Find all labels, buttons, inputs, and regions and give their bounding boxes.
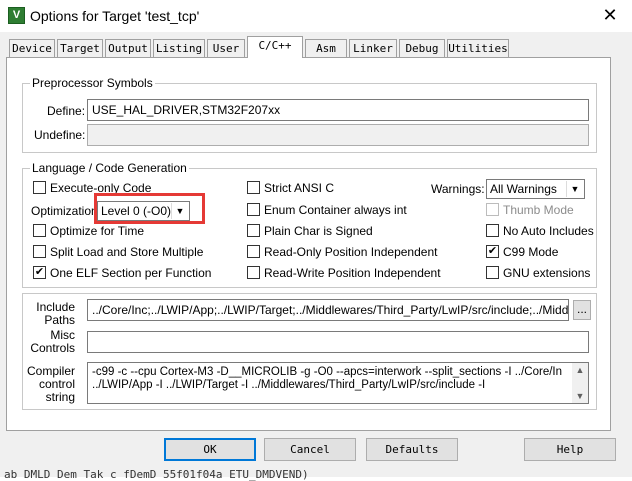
warnings-value: All Warnings xyxy=(490,182,557,196)
one-elf-label: One ELF Section per Function xyxy=(50,266,212,280)
rw-pi-label: Read-Write Position Independent xyxy=(264,266,441,280)
ok-button[interactable]: OK xyxy=(164,438,256,461)
defaults-button[interactable]: Defaults xyxy=(366,438,458,461)
enum-container-checkbox[interactable] xyxy=(247,203,260,216)
include-paths-browse-button[interactable]: ... xyxy=(573,300,591,320)
tab-debug[interactable]: Debug xyxy=(399,39,445,57)
tab-c-cpp[interactable]: C/C++ xyxy=(247,36,303,58)
plain-char-checkbox[interactable] xyxy=(247,224,260,237)
warnings-select[interactable]: All Warnings ▼ xyxy=(486,179,585,199)
strict-ansi-label: Strict ANSI C xyxy=(264,181,335,195)
scroll-up-icon[interactable]: ▲ xyxy=(572,365,588,375)
compiler-line-1: -c99 -c --cpu Cortex-M3 -D__MICROLIB -g … xyxy=(92,366,562,378)
optimize-time-label: Optimize for Time xyxy=(50,224,145,238)
tab-asm[interactable]: Asm xyxy=(305,39,347,57)
compiler-control-string[interactable]: -c99 -c --cpu Cortex-M3 -D__MICROLIB -g … xyxy=(87,362,589,404)
rw-pi-checkbox[interactable] xyxy=(247,266,260,279)
thumb-mode-checkbox[interactable] xyxy=(486,203,499,216)
tab-utilities[interactable]: Utilities xyxy=(447,39,509,57)
tab-target[interactable]: Target xyxy=(57,39,103,57)
include-paths-input[interactable]: ../Core/Inc;../LWIP/App;../LWIP/Target;.… xyxy=(87,299,569,321)
c99-mode-checkbox[interactable]: ✔ xyxy=(486,245,499,258)
warnings-label: Warnings: xyxy=(431,182,485,196)
compiler-line-2: ../LWIP/App -I ../LWIP/Target -I ../Midd… xyxy=(92,379,486,391)
plain-char-label: Plain Char is Signed xyxy=(264,224,373,238)
tab-linker[interactable]: Linker xyxy=(349,39,397,57)
gnu-extensions-label: GNU extensions xyxy=(503,266,591,280)
help-button[interactable]: Help xyxy=(524,438,616,461)
ro-pi-checkbox[interactable] xyxy=(247,245,260,258)
enum-container-label: Enum Container always int xyxy=(264,203,407,217)
execute-only-checkbox[interactable] xyxy=(33,181,46,194)
window-title: Options for Target 'test_tcp' xyxy=(30,8,200,24)
keil-app-icon: V xyxy=(8,7,25,24)
undefine-label: Undefine: xyxy=(34,128,86,142)
undefine-input[interactable] xyxy=(87,124,589,146)
compiler-string-scrollbar[interactable]: ▲ ▼ xyxy=(572,363,588,403)
include-label-line2: Paths xyxy=(44,313,75,327)
compiler-label-line3: string xyxy=(45,390,75,404)
one-elf-checkbox[interactable]: ✔ xyxy=(33,266,46,279)
optimization-highlight xyxy=(94,193,205,224)
cancel-button[interactable]: Cancel xyxy=(264,438,356,461)
background-editor-text: ab DMLD Dem Tak c fDemD 55f01f04a ETU_DM… xyxy=(4,468,309,481)
optimize-time-checkbox[interactable] xyxy=(33,224,46,237)
define-label: Define: xyxy=(47,104,86,118)
scroll-down-icon[interactable]: ▼ xyxy=(572,391,588,401)
strict-ansi-checkbox[interactable] xyxy=(247,181,260,194)
split-load-checkbox[interactable] xyxy=(33,245,46,258)
ro-pi-label: Read-Only Position Independent xyxy=(264,245,438,259)
c99-mode-label: C99 Mode xyxy=(503,245,559,259)
misc-controls-label: Misc Controls xyxy=(26,329,75,355)
title-bar: V Options for Target 'test_tcp' ✕ xyxy=(0,0,632,32)
no-auto-includes-checkbox[interactable] xyxy=(486,224,499,237)
misc-controls-input[interactable] xyxy=(87,331,589,353)
compiler-string-label: Compiler control string xyxy=(26,365,75,404)
define-input[interactable]: USE_HAL_DRIVER,STM32F207xx xyxy=(87,99,589,121)
tab-device[interactable]: Device xyxy=(9,39,55,57)
optimization-label: Optimization: xyxy=(31,204,102,218)
tab-listing[interactable]: Listing xyxy=(153,39,205,57)
close-icon[interactable]: ✕ xyxy=(598,4,622,26)
compiler-string-text: -c99 -c --cpu Cortex-M3 -D__MICROLIB -g … xyxy=(92,366,562,392)
thumb-mode-label: Thumb Mode xyxy=(503,203,574,217)
split-load-label: Split Load and Store Multiple xyxy=(50,245,204,259)
misc-label-line2: Controls xyxy=(30,341,75,355)
no-auto-includes-label: No Auto Includes xyxy=(503,224,594,238)
include-paths-label: Include Paths xyxy=(26,301,75,327)
preprocessor-group-label: Preprocessor Symbols xyxy=(30,76,155,90)
tab-output[interactable]: Output xyxy=(105,39,151,57)
gnu-extensions-checkbox[interactable] xyxy=(486,266,499,279)
language-group-label: Language / Code Generation xyxy=(30,161,189,175)
tab-user[interactable]: User xyxy=(207,39,245,57)
chevron-down-icon: ▼ xyxy=(566,181,583,197)
